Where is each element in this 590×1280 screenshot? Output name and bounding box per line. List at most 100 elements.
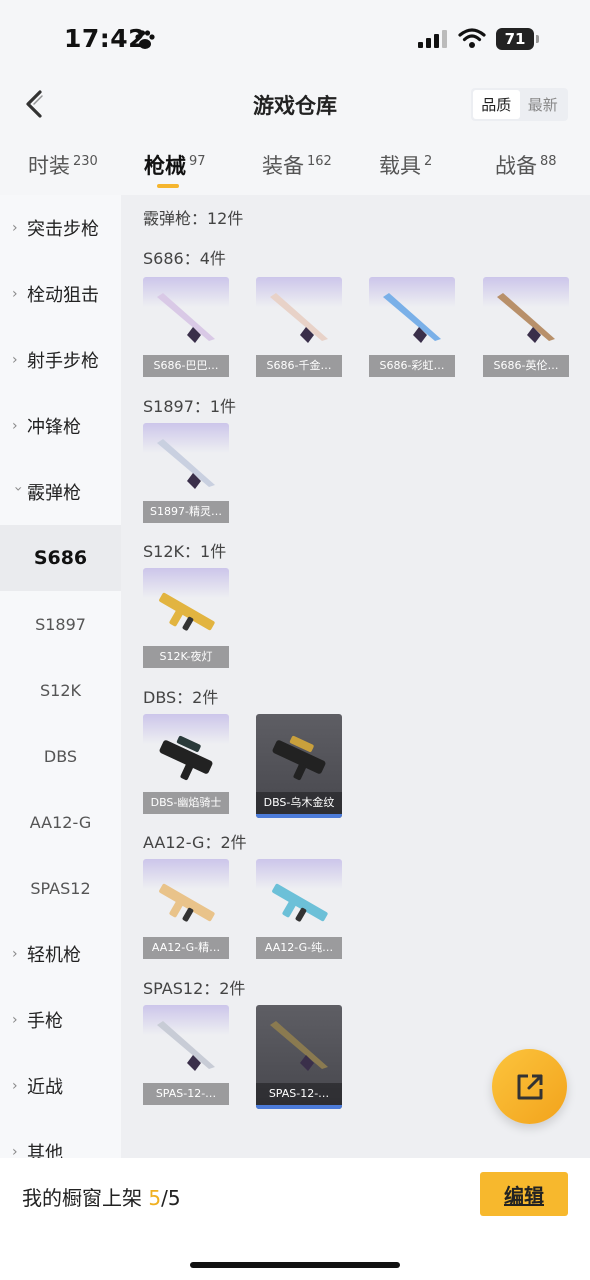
item-card[interactable]: S686-巴巴… — [143, 277, 229, 381]
item-name: S1897-精灵… — [143, 501, 229, 523]
rifle-icon — [151, 871, 221, 931]
item-name: S686-彩虹… — [369, 355, 455, 377]
tab-label: 时装 — [28, 154, 70, 178]
item-name: DBS-幽焰骑士 — [143, 792, 229, 814]
sort-by-latest[interactable]: 最新 — [520, 90, 567, 119]
shotgun-icon — [151, 435, 221, 495]
sidebar: › 突击步枪 › 栓动狙击 › 射手步枪 › 冲锋枪 › 霰弹枪 S686 S1897 S… — [0, 195, 121, 1160]
tab-count: 2 — [424, 154, 433, 169]
item-card[interactable]: AA12-G-纯… — [256, 859, 342, 963]
group-title: S1897：1件 — [143, 397, 237, 416]
group-title: S12K：1件 — [143, 542, 227, 561]
tab-label: 载具 — [379, 154, 421, 178]
chevron-right-icon: › — [12, 286, 18, 302]
tab-count: 97 — [189, 154, 206, 169]
sidebar-item-assault-rifle[interactable]: › 突击步枪 — [0, 195, 121, 261]
category-tabs: 时装 230 枪械 97 装备 162 载具 2 战备 88 — [0, 140, 590, 195]
battery-icon: 71 — [496, 28, 539, 50]
shotgun-icon — [264, 289, 334, 349]
sidebar-item-bolt-sniper[interactable]: › 栓动狙击 — [0, 261, 121, 327]
share-icon — [517, 1074, 542, 1099]
item-card[interactable]: S1897-精灵… — [143, 423, 229, 527]
sidebar-item-melee[interactable]: › 近战 — [0, 1053, 121, 1119]
item-card[interactable]: S686-英伦… — [483, 277, 569, 381]
battery-level: 71 — [504, 30, 526, 48]
item-card[interactable]: AA12-G-精… — [143, 859, 229, 963]
sidebar-item-label: 近战 — [27, 1077, 63, 1098]
item-card[interactable]: SPAS-12-… — [256, 1005, 342, 1109]
sidebar-item-dmr[interactable]: › 射手步枪 — [0, 327, 121, 393]
rifle-icon — [264, 871, 334, 931]
sidebar-sub-aa12g[interactable]: AA12-G — [0, 789, 121, 855]
tab-fashion[interactable]: 时装 230 — [28, 150, 98, 180]
chevron-down-icon: › — [10, 486, 26, 492]
rifle-icon — [151, 580, 221, 640]
sidebar-item-shotgun[interactable]: › 霰弹枪 — [0, 459, 121, 525]
sidebar-item-pistol[interactable]: › 手枪 — [0, 987, 121, 1053]
sidebar-sub-s1897[interactable]: S1897 — [0, 591, 121, 657]
sidebar-item-label: 轻机枪 — [27, 945, 81, 966]
bottom-bar: 我的橱窗上架 5/5 编辑 — [0, 1158, 590, 1280]
chevron-right-icon: › — [12, 418, 18, 434]
tab-count: 88 — [540, 154, 557, 169]
sidebar-item-lmg[interactable]: › 轻机枪 — [0, 921, 121, 987]
item-name: S12K-夜灯 — [143, 646, 229, 668]
item-grid: 霰弹枪：12件 S686：4件 S686-巴巴… S686-千金… S686-彩… — [121, 195, 590, 1160]
category-summary: 霰弹枪：12件 — [143, 209, 244, 228]
sidebar-item-label: 栓动狙击 — [27, 285, 99, 306]
header: 游戏仓库 品质 最新 — [0, 80, 590, 130]
tab-label: 装备 — [262, 154, 304, 178]
sidebar-sub-s686[interactable]: S686 — [0, 525, 121, 591]
bullpup-icon — [264, 726, 334, 786]
item-name: S686-巴巴… — [143, 355, 229, 377]
tab-supplies[interactable]: 战备 88 — [495, 150, 557, 180]
tab-count: 230 — [73, 154, 98, 169]
sidebar-item-smg[interactable]: › 冲锋枪 — [0, 393, 121, 459]
sidebar-item-label: 突击步枪 — [27, 219, 99, 240]
wifi-icon — [458, 28, 486, 48]
tab-count: 162 — [307, 154, 332, 169]
tab-vehicles[interactable]: 载具 2 — [379, 150, 432, 180]
tab-active-indicator — [157, 184, 179, 188]
item-card[interactable]: S12K-夜灯 — [143, 568, 229, 672]
bullpup-icon — [151, 726, 221, 786]
sidebar-item-label: 射手步枪 — [27, 351, 99, 372]
item-name: S686-千金… — [256, 355, 342, 377]
item-name: AA12-G-纯… — [256, 937, 342, 959]
tab-equipment[interactable]: 装备 162 — [262, 150, 332, 180]
item-name: DBS-乌木金纹 — [256, 792, 342, 814]
item-name: AA12-G-精… — [143, 937, 229, 959]
home-indicator[interactable] — [190, 1262, 400, 1268]
sidebar-item-label: 霰弹枪 — [27, 483, 81, 504]
sidebar-item-label: 其他 — [27, 1143, 63, 1160]
edit-button[interactable]: 编辑 — [480, 1172, 568, 1216]
chevron-right-icon: › — [12, 352, 18, 368]
group-title: AA12-G：2件 — [143, 833, 247, 852]
item-name: SPAS-12-… — [256, 1083, 342, 1105]
tab-label: 战备 — [495, 154, 537, 178]
sidebar-sub-dbs[interactable]: DBS — [0, 723, 121, 789]
chevron-right-icon: › — [12, 1078, 18, 1094]
signal-icon — [418, 30, 447, 48]
group-title: DBS：2件 — [143, 688, 219, 707]
shotgun-icon — [151, 289, 221, 349]
item-card[interactable]: S686-千金… — [256, 277, 342, 381]
item-card[interactable]: S686-彩虹… — [369, 277, 455, 381]
shotgun-icon — [377, 289, 447, 349]
chevron-right-icon: › — [12, 220, 18, 236]
item-name: S686-英伦… — [483, 355, 569, 377]
sidebar-item-label: 冲锋枪 — [27, 417, 81, 438]
item-card[interactable]: DBS-乌木金纹 — [256, 714, 342, 818]
sidebar-sub-spas12[interactable]: SPAS12 — [0, 855, 121, 921]
sidebar-sub-s12k[interactable]: S12K — [0, 657, 121, 723]
share-button[interactable] — [492, 1049, 567, 1124]
item-card[interactable]: DBS-幽焰骑士 — [143, 714, 229, 818]
shotgun-icon — [151, 1017, 221, 1077]
showcase-label: 我的橱窗上架 — [22, 1186, 142, 1210]
item-card[interactable]: SPAS-12-… — [143, 1005, 229, 1109]
tab-label: 枪械 — [144, 154, 186, 178]
showcase-current-count: 5 — [148, 1186, 162, 1210]
sort-by-quality[interactable]: 品质 — [473, 90, 520, 119]
sidebar-item-other[interactable]: › 其他 — [0, 1119, 121, 1160]
tab-firearms[interactable]: 枪械 97 — [144, 150, 206, 180]
